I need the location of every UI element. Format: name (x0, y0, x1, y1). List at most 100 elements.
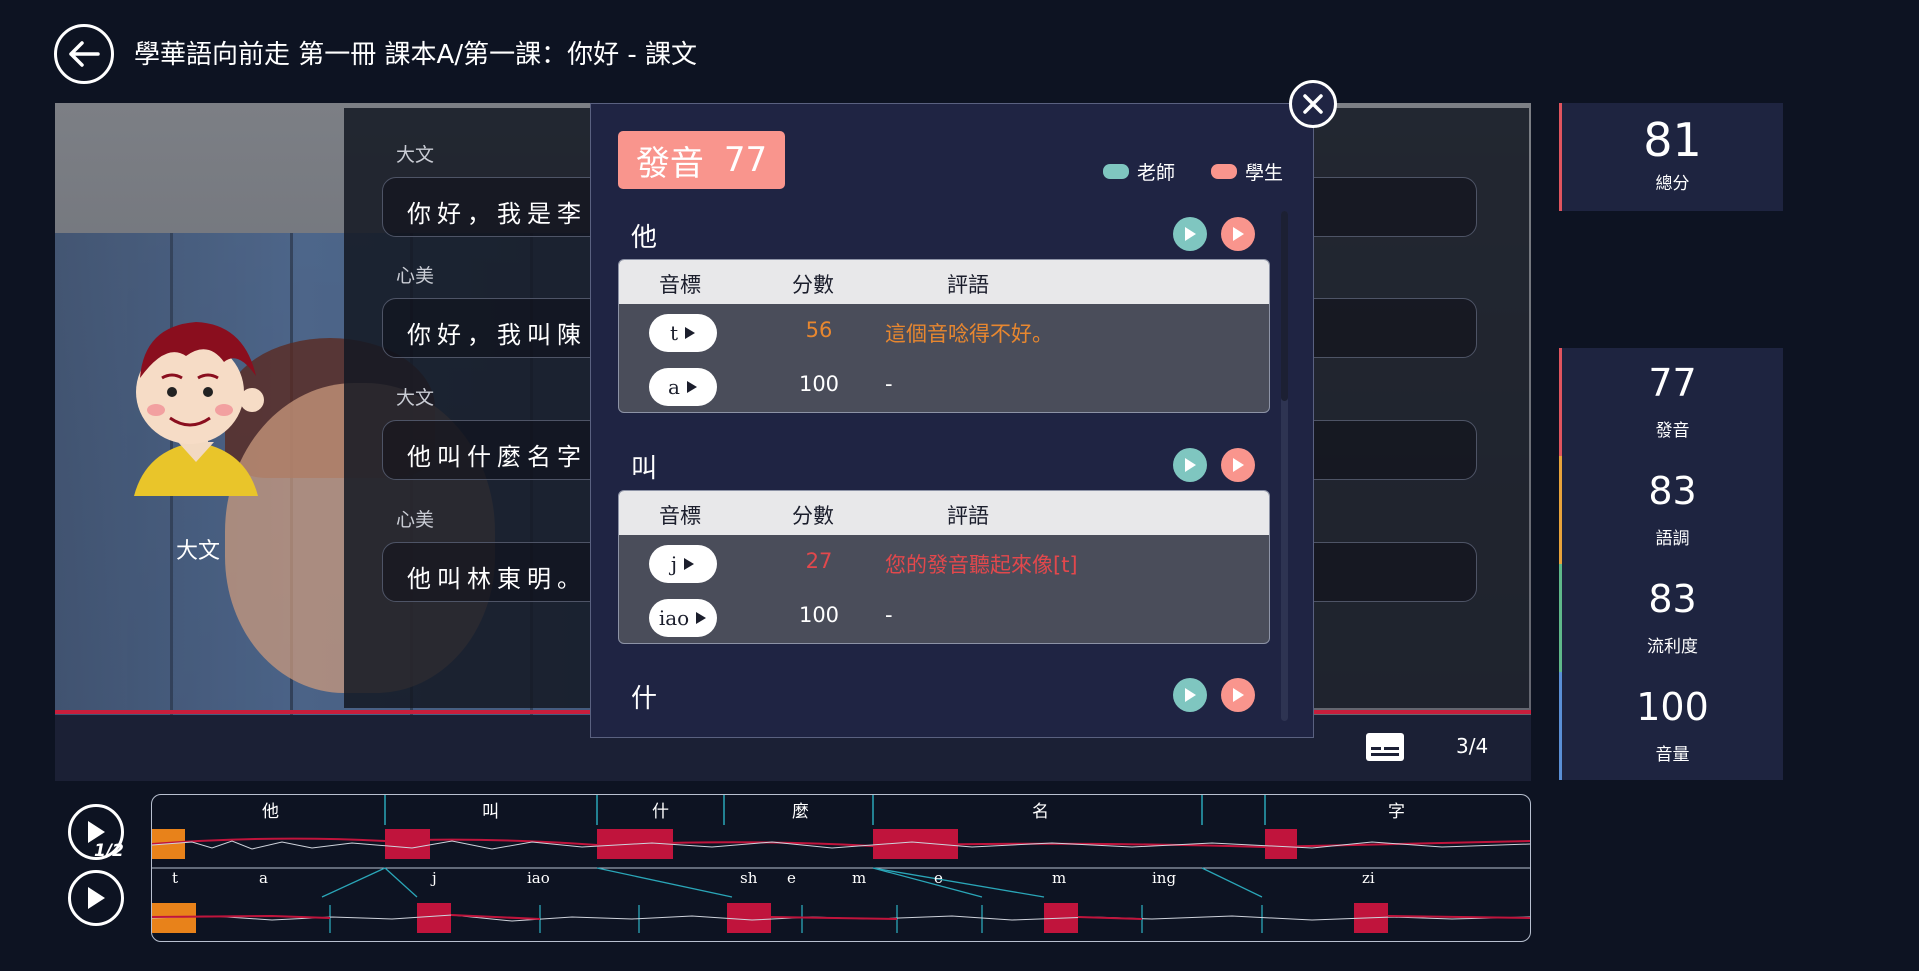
speaker-avatar (134, 322, 264, 496)
phoneme-play-button[interactable]: t (649, 314, 717, 352)
badge-score: 77 (723, 140, 768, 180)
score-value: 100 (1636, 685, 1709, 729)
phoneme-score: 27 (805, 549, 833, 573)
phoneme-row: iao 100 - (619, 589, 1269, 643)
phoneme-table: 音標 分數 評語 j 27 您的發音聽起來像[t] iao 100 - (618, 490, 1270, 644)
score-label: 語調 (1655, 529, 1690, 549)
score-value: 81 (1643, 113, 1702, 167)
play-student-button[interactable] (1221, 217, 1255, 251)
waveform-word-label: 字 (1388, 802, 1405, 822)
phoneme-symbol: j (670, 552, 678, 576)
column-header: 分數 (792, 273, 834, 297)
phoneme-row: a 100 - (619, 358, 1269, 412)
phoneme-play-button[interactable]: iao (649, 599, 717, 637)
phoneme-table: 音標 分數 評語 t 56 這個音唸得不好。 a 100 - (618, 259, 1270, 413)
score-card-tone: 83 語調 (1559, 456, 1783, 564)
badge-label: 發音 (635, 143, 704, 184)
close-icon (1303, 94, 1323, 114)
play-student-button[interactable] (1221, 448, 1255, 482)
page-indicator: 3/4 (1456, 734, 1489, 758)
phoneme-comment: - (885, 372, 893, 396)
phoneme-score: 100 (798, 603, 840, 627)
column-header: 音標 (659, 273, 701, 297)
legend-label: 學生 (1245, 162, 1284, 184)
score-label: 音量 (1655, 745, 1690, 765)
phoneme-score: 56 (805, 318, 833, 342)
page-title: 學華語向前走 第一冊 課本A/第一課：你好 - 課文 (134, 40, 697, 70)
column-header: 評語 (947, 504, 989, 528)
play-button[interactable] (68, 870, 124, 926)
waveform-word-label: 名 (1032, 802, 1049, 822)
play-icon (686, 381, 697, 393)
waveform-phoneme-label: j (432, 869, 437, 887)
waveform-word-label: 麼 (792, 802, 809, 822)
score-value: 83 (1648, 577, 1697, 621)
phoneme-row: j 27 您的發音聽起來像[t] (619, 535, 1269, 589)
waveform-graphic (152, 795, 1530, 933)
play-icon (1185, 227, 1196, 241)
waveform-phoneme-label: iao (527, 869, 550, 887)
phoneme-row: t 56 這個音唸得不好。 (619, 304, 1269, 358)
waveform-word-label: 什 (652, 802, 669, 822)
phoneme-table-header: 音標 分數 評語 (619, 491, 1269, 535)
column-header: 音標 (659, 504, 701, 528)
waveform-phoneme-label: sh (740, 869, 758, 887)
legend-swatch-teacher (1103, 164, 1129, 179)
score-card-fluency: 83 流利度 (1559, 564, 1783, 672)
waveform-phoneme-label: a (259, 869, 268, 887)
score-card-total: 81 總分 (1559, 103, 1783, 211)
phoneme-comment: - (885, 603, 893, 627)
play-icon (1233, 458, 1244, 472)
waveform-word-label: 叫 (482, 802, 499, 822)
play-icon (1185, 458, 1196, 472)
waveform-phoneme-label: m (1052, 869, 1067, 887)
playback-speed-label: 1/2 (94, 841, 124, 861)
pronunciation-popup: 發音 77 老師 學生 他 音標 分數 評語 t 56 這個音唸得不好。 a 1… (590, 103, 1314, 738)
waveform-phoneme-label: m (852, 869, 867, 887)
play-icon (1185, 688, 1196, 702)
play-icon (696, 612, 707, 624)
score-card-pronunciation: 77 發音 (1559, 348, 1783, 456)
legend-student: 學生 (1211, 158, 1283, 185)
column-header: 分數 (792, 504, 834, 528)
phoneme-symbol: a (668, 375, 680, 399)
word-title: 他 (631, 223, 658, 253)
play-icon (1233, 688, 1244, 702)
speaker-label: 大文 (396, 387, 435, 409)
phoneme-play-button[interactable]: a (649, 368, 717, 406)
play-teacher-button[interactable] (1173, 678, 1207, 712)
waveform-phoneme-label: e (787, 869, 796, 887)
phoneme-table-header: 音標 分數 評語 (619, 260, 1269, 304)
score-card-volume: 100 音量 (1559, 672, 1783, 780)
speaker-label: 心美 (396, 509, 435, 531)
play-icon (685, 327, 696, 339)
score-label: 總分 (1655, 174, 1690, 194)
speaker-label: 心美 (396, 265, 435, 287)
back-button[interactable] (54, 24, 114, 84)
score-label: 發音 (1655, 421, 1690, 441)
phoneme-symbol: iao (658, 606, 690, 630)
popup-scrollbar-thumb[interactable] (1281, 211, 1288, 401)
legend-label: 老師 (1137, 162, 1176, 184)
play-icon (88, 887, 105, 909)
waveform-phoneme-label: t (172, 869, 179, 887)
word-title: 叫 (631, 454, 658, 484)
column-header: 評語 (947, 273, 989, 297)
play-icon (684, 558, 695, 570)
play-teacher-button[interactable] (1173, 217, 1207, 251)
pronunciation-score-badge: 發音 77 (618, 131, 785, 189)
phoneme-comment: 您的發音聽起來像[t] (885, 553, 1078, 577)
avatar-name: 大文 (176, 539, 221, 564)
play-teacher-button[interactable] (1173, 448, 1207, 482)
subtitle-icon[interactable] (1365, 732, 1405, 762)
phoneme-play-button[interactable]: j (649, 545, 717, 583)
score-value: 77 (1648, 361, 1697, 405)
legend-teacher: 老師 (1103, 158, 1175, 185)
play-student-button[interactable] (1221, 678, 1255, 712)
legend-swatch-student (1211, 164, 1237, 179)
waveform-panel[interactable]: 他 叫 什 麼 名 字 t a j iao sh e m e m ing zi (151, 794, 1531, 942)
close-popup-button[interactable] (1289, 80, 1337, 128)
phoneme-score: 100 (798, 372, 840, 396)
phoneme-comment: 這個音唸得不好。 (885, 322, 1053, 346)
waveform-phoneme-label: zi (1362, 869, 1375, 887)
